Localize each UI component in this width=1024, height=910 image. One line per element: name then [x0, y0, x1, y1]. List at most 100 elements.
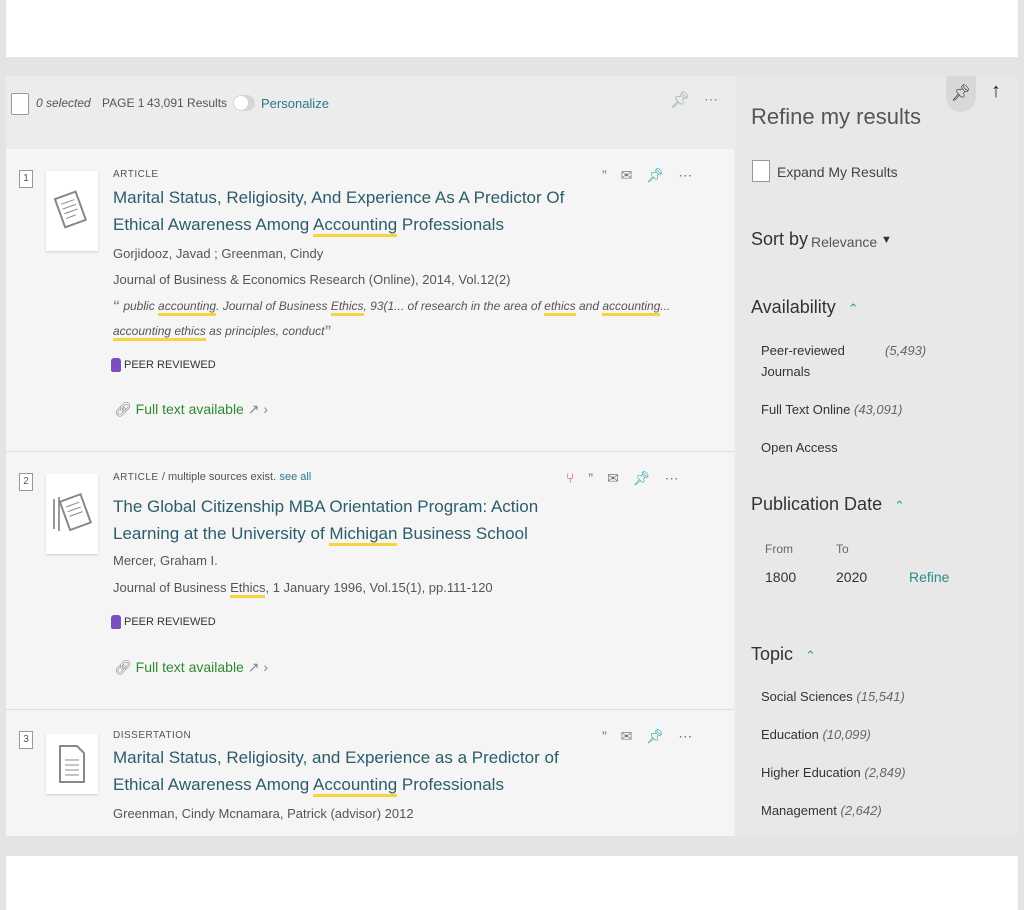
- fulltext-link[interactable]: 🔗︎ Full text available ↗ ›: [114, 401, 268, 418]
- result-source: Journal of Business & Economics Research…: [113, 272, 511, 287]
- expand-results-checkbox[interactable]: [752, 160, 770, 182]
- facet-label[interactable]: Higher Education: [761, 765, 861, 780]
- facet-label[interactable]: Social Sciences: [761, 689, 853, 704]
- result-title[interactable]: The Global Citizenship MBA Orientation P…: [113, 493, 583, 547]
- peer-reviewed-label: PEER REVIEWED: [124, 359, 216, 371]
- result-authors: Greenman, Cindy Mcnamara, Patrick (advis…: [113, 806, 414, 821]
- personalize-toggle[interactable]: [233, 95, 255, 111]
- pin-icon[interactable]: 📌︎: [670, 90, 690, 110]
- snippet-highlight: accounting: [602, 299, 661, 316]
- from-label: From: [765, 542, 793, 556]
- title-text-end[interactable]: Business School: [397, 524, 528, 543]
- title-text-end[interactable]: Professionals: [397, 215, 504, 234]
- title-highlight[interactable]: Michigan: [329, 524, 398, 546]
- facet-label[interactable]: Education: [761, 727, 819, 742]
- refine-button[interactable]: Refine: [909, 569, 949, 585]
- email-icon[interactable]: ✉: [621, 728, 633, 745]
- multiple-sources-text: / multiple sources exist.: [161, 471, 277, 483]
- title-highlight[interactable]: Accounting: [313, 775, 398, 797]
- result-type: ARTICLE / multiple sources exist. see al…: [113, 471, 311, 483]
- page-indicator: PAGE 1: [102, 96, 145, 110]
- snippet-text: . Journal of Business: [216, 299, 331, 313]
- facet-label[interactable]: Open Access: [761, 440, 838, 455]
- result-actions: ” ✉ 📌︎ ⋯: [602, 167, 692, 184]
- facet-label[interactable]: Full Text Online: [761, 402, 850, 417]
- pin-sidebar-icon[interactable]: 📌︎: [946, 76, 976, 112]
- facet-item-education[interactable]: Education (10,099): [761, 724, 871, 745]
- title-highlight[interactable]: Accounting: [313, 215, 398, 237]
- more-options-icon[interactable]: ⋯: [665, 470, 679, 487]
- merge-versions-icon[interactable]: ⑂: [566, 470, 574, 487]
- fulltext-label[interactable]: Full text available: [136, 659, 244, 675]
- facet-item-open-access[interactable]: Open Access: [761, 437, 838, 458]
- result-title[interactable]: Marital Status, Religiosity, and Experie…: [113, 744, 583, 798]
- document-thumbnail-icon: [46, 734, 98, 794]
- from-year-input[interactable]: 1800: [765, 569, 796, 585]
- result-snippet: “ public accounting. Journal of Business…: [113, 293, 673, 343]
- to-label: To: [836, 542, 849, 556]
- result-item[interactable]: 2 ARTICLE / multiple sources exist. see …: [6, 452, 734, 710]
- fulltext-link[interactable]: 🔗︎ Full text available ↗ ›: [114, 659, 268, 676]
- chevron-up-icon[interactable]: ⌃: [848, 301, 859, 316]
- sort-by-select[interactable]: Relevance: [811, 234, 877, 250]
- more-options-icon[interactable]: ⋯: [704, 91, 718, 108]
- result-title[interactable]: Marital Status, Religiosity, And Experie…: [113, 184, 583, 238]
- facet-item-management[interactable]: Management (2,642): [761, 800, 882, 821]
- facet-count: (2,642): [840, 803, 882, 818]
- cite-icon[interactable]: ”: [602, 167, 607, 184]
- facet-count: (15,541): [856, 689, 905, 704]
- expand-results-label[interactable]: Expand My Results: [777, 164, 898, 180]
- snippet-text: ...: [660, 299, 671, 313]
- availability-heading-label[interactable]: Availability: [751, 297, 836, 317]
- back-to-top-icon[interactable]: ↑: [991, 80, 1001, 103]
- facet-item-higher-education[interactable]: Higher Education (2,849): [761, 762, 906, 783]
- result-number: 3: [19, 731, 33, 749]
- see-all-link[interactable]: see all: [279, 471, 311, 483]
- result-actions: ⑂ ” ✉ 📌︎ ⋯: [566, 470, 679, 487]
- publication-date-heading[interactable]: Publication Date ⌃: [751, 494, 905, 515]
- multiple-sources-thumbnail-icon: [46, 474, 98, 554]
- to-year-input[interactable]: 2020: [836, 569, 867, 585]
- facet-count: (5,493): [885, 343, 927, 358]
- result-item[interactable]: 1 ARTICLE Marital Status, Religiosity, A…: [6, 149, 734, 452]
- availability-heading[interactable]: Availability ⌃: [751, 297, 859, 318]
- snippet-text: as principles, conduct: [205, 324, 325, 338]
- result-source: Journal of Business Ethics, 1 January 19…: [113, 580, 493, 598]
- title-text-end[interactable]: Professionals: [397, 775, 504, 794]
- facet-label[interactable]: Peer-reviewed Journals: [761, 343, 845, 379]
- facet-label[interactable]: Management: [761, 803, 837, 818]
- link-icon: 🔗︎: [114, 401, 132, 417]
- pin-icon[interactable]: 📌︎: [646, 167, 664, 184]
- chevron-up-icon[interactable]: ⌃: [894, 498, 905, 513]
- facet-item-full-text[interactable]: Full Text Online (43,091): [761, 399, 902, 420]
- chevron-up-icon[interactable]: ⌃: [805, 648, 816, 663]
- snippet-text: and: [575, 299, 603, 313]
- pin-icon[interactable]: 📌︎: [633, 470, 651, 487]
- pin-icon[interactable]: 📌︎: [646, 728, 664, 745]
- chevron-down-icon[interactable]: ▼: [881, 234, 892, 246]
- peer-reviewed-badge: PEER REVIEWED: [111, 358, 216, 372]
- snippet-highlight: Ethics: [330, 299, 364, 316]
- chevron-right-icon: ›: [263, 659, 269, 675]
- cite-icon[interactable]: ”: [602, 728, 607, 745]
- topic-heading[interactable]: Topic ⌃: [751, 644, 816, 665]
- facet-item-peer-reviewed[interactable]: Peer-reviewed Journals: [761, 340, 881, 382]
- fulltext-label[interactable]: Full text available: [136, 401, 244, 417]
- result-type: DISSERTATION: [113, 730, 192, 741]
- external-link-icon: ↗: [247, 401, 260, 417]
- email-icon[interactable]: ✉: [621, 167, 633, 184]
- results-list: 1 ARTICLE Marital Status, Religiosity, A…: [6, 149, 734, 836]
- email-icon[interactable]: ✉: [607, 470, 619, 487]
- topic-heading-label[interactable]: Topic: [751, 644, 793, 664]
- facet-item-social-sciences[interactable]: Social Sciences (15,541): [761, 686, 905, 707]
- cite-icon[interactable]: ”: [588, 470, 593, 487]
- result-item[interactable]: 3 DISSERTATION Marital Status, Religiosi…: [6, 710, 734, 836]
- select-all-checkbox[interactable]: [11, 93, 29, 115]
- results-count: 43,091 Results: [147, 96, 228, 110]
- personalize-link[interactable]: Personalize: [261, 96, 329, 111]
- more-options-icon[interactable]: ⋯: [678, 728, 692, 745]
- snippet-highlight: ethics: [544, 299, 576, 316]
- peer-reviewed-icon: [111, 358, 121, 372]
- more-options-icon[interactable]: ⋯: [678, 167, 692, 184]
- publication-date-heading-label[interactable]: Publication Date: [751, 494, 882, 514]
